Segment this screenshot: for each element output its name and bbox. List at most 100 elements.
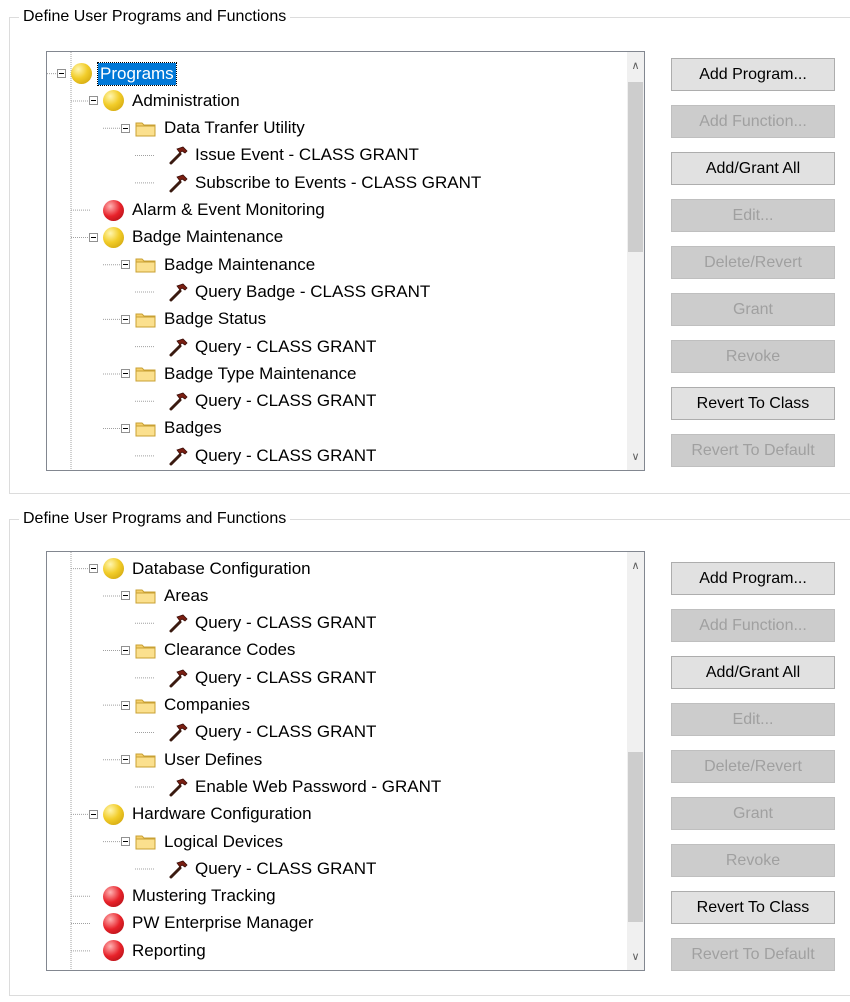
scroll-up-arrow-icon[interactable]: ∧	[627, 58, 644, 75]
tree-node-label: Query Badge - CLASS GRANT	[195, 281, 431, 301]
grant-button[interactable]: Grant	[671, 293, 835, 326]
tree-node[interactable]: Badges	[135, 415, 224, 442]
collapse-toggle-icon[interactable]	[121, 755, 130, 765]
collapse-toggle-icon[interactable]	[121, 645, 130, 655]
programs-group-bottom: Define User Programs and Functions Datab…	[9, 508, 850, 996]
tree-node[interactable]: Alarm & Event Monitoring	[103, 197, 327, 224]
tree-node-label: Administration	[132, 90, 240, 110]
collapse-toggle-icon[interactable]	[121, 314, 130, 324]
revert-to-class-button[interactable]: Revert To Class	[671, 891, 835, 924]
add-program-button[interactable]: Add Program...	[671, 562, 835, 595]
tree-node[interactable]: Reporting	[103, 937, 208, 964]
edit-button[interactable]: Edit...	[671, 703, 835, 736]
tree-node[interactable]: Badge Type Maintenance	[135, 360, 359, 387]
tree-node-label: Query - CLASS GRANT	[195, 667, 377, 687]
tree-node[interactable]: Issue Event - CLASS GRANT	[167, 142, 421, 169]
tree-node[interactable]: Query Badge - CLASS GRANT	[167, 278, 432, 305]
folder-icon	[135, 420, 156, 437]
collapse-toggle-icon[interactable]	[89, 809, 98, 819]
collapse-toggle-icon[interactable]	[89, 96, 98, 106]
scroll-down-arrow-icon[interactable]: ∨	[627, 449, 644, 466]
edit-button[interactable]: Edit...	[671, 199, 835, 232]
folder-icon	[135, 256, 156, 273]
add-program-button[interactable]: Add Program...	[671, 58, 835, 91]
tree-node[interactable]: Hardware Configuration	[103, 801, 314, 828]
tree-node[interactable]: Badge Status	[135, 306, 268, 333]
revert-to-default-button[interactable]: Revert To Default	[671, 938, 835, 971]
collapse-toggle-icon[interactable]	[57, 69, 66, 78]
delete-revert-button[interactable]: Delete/Revert	[671, 246, 835, 279]
yellow-ball-icon	[71, 63, 92, 84]
tree-node[interactable]: Companies	[135, 692, 252, 719]
red-ball-icon	[103, 940, 124, 962]
tree-node[interactable]: Mustering Tracking	[103, 883, 278, 910]
revert-to-class-button[interactable]: Revert To Class	[671, 387, 835, 420]
hammer-icon	[167, 776, 189, 798]
tree-node[interactable]: Badge Maintenance	[135, 251, 317, 278]
tree-node[interactable]: Query - CLASS GRANT	[167, 855, 378, 882]
folder-icon	[135, 311, 156, 328]
scroll-up-arrow-icon[interactable]: ∧	[627, 558, 644, 575]
tree-node[interactable]: Query - CLASS GRANT	[167, 610, 378, 637]
collapse-toggle-icon[interactable]	[121, 423, 130, 433]
tree-node[interactable]: PW Enterprise Manager	[103, 910, 315, 937]
scrollbar-thumb[interactable]	[628, 82, 643, 252]
group-legend: Define User Programs and Functions	[19, 6, 291, 28]
collapse-toggle-icon[interactable]	[121, 260, 130, 270]
folder-icon	[135, 365, 156, 382]
grant-button[interactable]: Grant	[671, 797, 835, 830]
tree-node-label: Areas	[164, 585, 209, 605]
delete-revert-button[interactable]: Delete/Revert	[671, 750, 835, 783]
tree-node[interactable]: Badge Maintenance	[103, 224, 285, 251]
vertical-scrollbar[interactable]: ∧ ∨	[627, 552, 644, 970]
tree-node[interactable]: Query - CLASS GRANT	[167, 388, 378, 415]
vertical-scrollbar[interactable]: ∧ ∨	[627, 52, 644, 470]
folder-icon	[135, 833, 156, 850]
collapse-toggle-icon[interactable]	[121, 123, 130, 133]
collapse-toggle-icon[interactable]	[89, 564, 98, 573]
folder-icon	[135, 642, 156, 659]
hammer-icon	[167, 144, 189, 166]
tree-node[interactable]: Query - CLASS GRANT	[167, 719, 378, 746]
tree-node[interactable]: Subscribe to Events - CLASS GRANT	[167, 169, 483, 196]
collapse-toggle-icon[interactable]	[121, 700, 130, 710]
tree-node[interactable]: Query - CLASS GRANT	[167, 664, 378, 691]
scroll-down-arrow-icon[interactable]: ∨	[627, 949, 644, 966]
add-grant-all-button[interactable]: Add/Grant All	[671, 656, 835, 689]
collapse-toggle-icon[interactable]	[121, 837, 130, 846]
tree-node[interactable]: Query - CLASS GRANT	[167, 442, 378, 469]
tree-node[interactable]: Areas	[135, 582, 210, 609]
hammer-icon	[167, 667, 189, 689]
tree-node[interactable]: Query - CLASS GRANT	[167, 333, 378, 360]
tree-node[interactable]: Clearance Codes	[135, 637, 297, 664]
tree-node[interactable]: Logical Devices	[135, 828, 285, 855]
add-grant-all-button[interactable]: Add/Grant All	[671, 152, 835, 185]
programs-tree[interactable]: Database Configuration Areas Query - CLASS…	[46, 551, 645, 971]
hammer-icon	[167, 445, 189, 467]
tree-node-label: Issue Event - CLASS GRANT	[195, 145, 419, 165]
collapse-toggle-icon[interactable]	[121, 369, 130, 379]
tree-node[interactable]: Database Configuration	[103, 555, 313, 582]
tree-node[interactable]: Administration	[103, 87, 242, 114]
scrollbar-thumb[interactable]	[628, 752, 643, 922]
collapse-toggle-icon[interactable]	[121, 591, 130, 601]
programs-tree[interactable]: Programs Administration Data Tranfer Utili…	[46, 51, 645, 471]
folder-icon	[135, 587, 156, 604]
group-legend: Define User Programs and Functions	[19, 508, 291, 530]
revoke-button[interactable]: Revoke	[671, 340, 835, 373]
tree-node[interactable]: Programs	[71, 60, 177, 87]
tree-node[interactable]: Data Tranfer Utility	[135, 115, 307, 142]
tree-node-label: Badge Maintenance	[164, 254, 316, 274]
tree-node[interactable]: User Defines	[135, 746, 264, 773]
revoke-button[interactable]: Revoke	[671, 844, 835, 877]
collapse-toggle-icon[interactable]	[89, 232, 98, 242]
tree-node-label: Programs	[97, 61, 177, 86]
add-function-button[interactable]: Add Function...	[671, 609, 835, 642]
tree-node[interactable]: Enable Web Password - GRANT	[167, 773, 443, 800]
tree-node-label: Data Tranfer Utility	[164, 118, 305, 138]
add-function-button[interactable]: Add Function...	[671, 105, 835, 138]
hammer-icon	[167, 281, 189, 303]
tree-node-label: Companies	[164, 695, 250, 714]
programs-group-top: Define User Programs and Functions Progr…	[9, 6, 850, 494]
revert-to-default-button[interactable]: Revert To Default	[671, 434, 835, 467]
